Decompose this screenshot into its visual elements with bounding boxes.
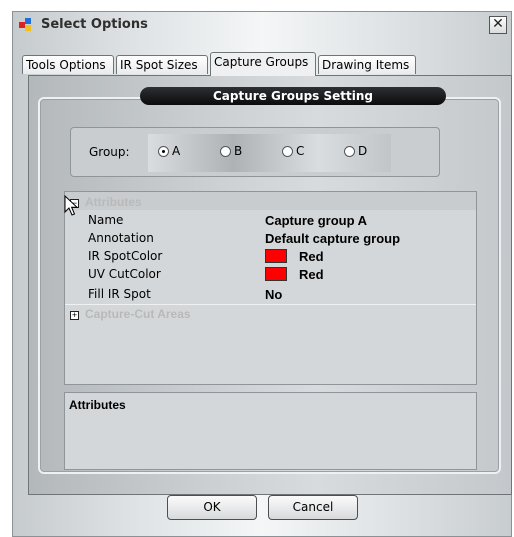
category-attributes[interactable]: − Attributes [70,195,142,209]
property-name: Name [88,213,124,227]
color-swatch [265,249,287,263]
property-name: Annotation [88,231,154,245]
radio-unchecked-icon [220,146,231,157]
property-name: Fill IR Spot [88,287,151,301]
category-label: Capture-Cut Areas [85,307,191,321]
window-title: Select Options [41,17,148,32]
mouse-pointer-icon [64,195,78,216]
ok-button[interactable]: OK [167,495,257,520]
category-label: Attributes [85,195,142,209]
tab-tools-options[interactable]: Tools Options [22,55,114,74]
radio-label: A [172,144,181,158]
description-pane: Attributes [64,392,477,470]
property-grid[interactable]: − Attributes Name Capture group A Annotat… [64,191,477,385]
grid-divider [65,304,476,305]
tab-capture-groups[interactable]: Capture Groups [210,52,316,76]
group-radio-strip: A B C D [148,134,391,172]
radio-unchecked-icon [344,146,355,157]
property-value[interactable]: No [265,287,282,302]
expand-icon[interactable]: + [70,311,79,320]
category-capture-cut-areas[interactable]: + Capture-Cut Areas [70,307,191,321]
radio-checked-icon [158,146,169,157]
app-icon [19,18,33,32]
property-value[interactable]: Capture group A [265,213,367,228]
color-swatch [265,267,287,281]
capture-groups-setting-box: Capture Groups Setting Group: A B C D − … [38,87,501,474]
close-button[interactable]: ✕ [489,16,507,34]
cancel-button[interactable]: Cancel [268,495,358,520]
tab-drawing-items[interactable]: Drawing Items [318,55,416,74]
color-label: Red [299,267,324,282]
group-label: Group: [89,145,130,159]
radio-group-b[interactable]: B [220,144,242,158]
group-selector: Group: A B C D [70,127,440,177]
color-label: Red [299,249,324,264]
tab-ir-spot-sizes[interactable]: IR Spot Sizes [116,55,208,74]
radio-label: C [296,144,305,158]
tab-panel-capture-groups: Capture Groups Setting Group: A B C D − … [28,75,512,495]
property-value[interactable]: Default capture group [265,231,400,246]
property-name: IR SpotColor [88,249,163,263]
radio-label: D [358,144,368,158]
property-name: UV CutColor [88,267,161,281]
title-bar[interactable]: Select Options ✕ [13,12,511,38]
radio-unchecked-icon [282,146,293,157]
select-options-dialog: Select Options ✕ Tools Options IR Spot S… [12,11,512,537]
groupbox-caption: Capture Groups Setting [140,87,446,105]
radio-label: B [234,144,243,158]
radio-group-c[interactable]: C [282,144,304,158]
radio-group-a[interactable]: A [158,144,180,158]
description-title: Attributes [69,398,126,412]
property-value-uv-cutcolor[interactable]: Red [265,267,324,282]
radio-group-d[interactable]: D [344,144,367,158]
property-value-ir-spotcolor[interactable]: Red [265,249,324,264]
